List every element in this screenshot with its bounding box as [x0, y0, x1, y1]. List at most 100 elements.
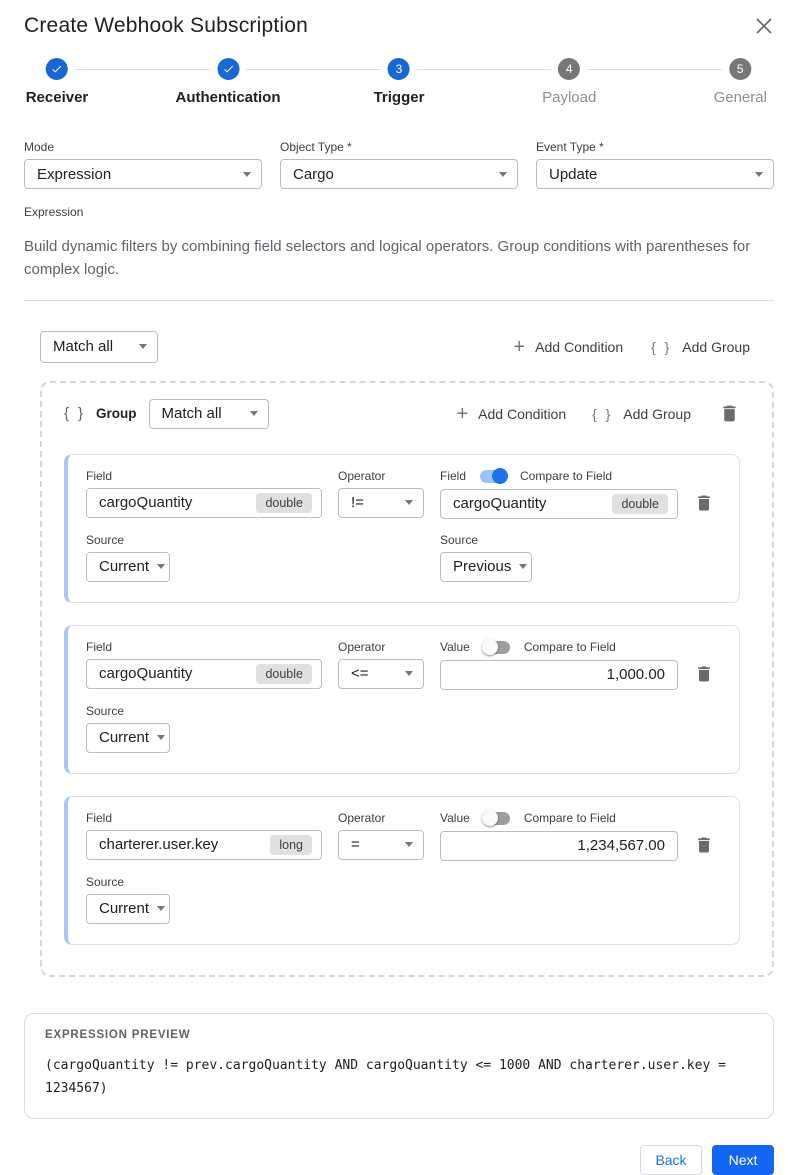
- toggle-thumb: [492, 468, 508, 484]
- field-input[interactable]: charterer.user.key long: [86, 830, 322, 860]
- expression-preview: EXPRESSION PREVIEW (cargoQuantity != pre…: [24, 1013, 774, 1120]
- source-cell: Source Current: [86, 704, 322, 753]
- source-label: Source: [86, 704, 322, 718]
- group-title: Group: [96, 406, 137, 421]
- step-general[interactable]: 5 General: [714, 58, 767, 106]
- right-field-label: Field: [440, 469, 466, 483]
- toggle-thumb: [482, 639, 498, 655]
- field-cell: Field cargoQuantity double: [86, 469, 322, 519]
- object-type-select[interactable]: Cargo: [280, 159, 518, 189]
- group-add-condition-button[interactable]: + Add Condition: [456, 404, 566, 424]
- braces-icon: { }: [592, 406, 613, 422]
- caret-down-icon: [499, 172, 507, 177]
- root-match-value: Match all: [53, 338, 113, 355]
- operator-value: <=: [351, 665, 369, 682]
- delete-condition-icon[interactable]: [694, 493, 714, 513]
- operator-select[interactable]: <=: [338, 659, 424, 689]
- caret-down-icon: [755, 172, 763, 177]
- add-condition-button[interactable]: + Add Condition: [513, 337, 623, 357]
- field-label: Field: [86, 469, 322, 483]
- caret-down-icon: [139, 344, 147, 349]
- compare-to-field-toggle[interactable]: [484, 641, 510, 654]
- event-type-select[interactable]: Update: [536, 159, 774, 189]
- field-input[interactable]: cargoQuantity double: [86, 488, 322, 518]
- field-value: charterer.user.key: [99, 836, 218, 853]
- delete-group-icon[interactable]: [719, 403, 740, 424]
- source-select[interactable]: Current: [86, 894, 170, 924]
- operator-select[interactable]: =: [338, 830, 424, 860]
- compare-to-field-label: Compare to Field: [524, 640, 616, 654]
- operator-cell: Operator !=: [338, 469, 424, 519]
- value-label: Value: [440, 640, 470, 654]
- step-label: Payload: [542, 89, 596, 106]
- plus-icon: +: [513, 337, 525, 357]
- type-badge: long: [270, 835, 312, 855]
- add-group-label: Add Group: [682, 339, 750, 355]
- operator-select[interactable]: !=: [338, 488, 424, 518]
- dialog-title: Create Webhook Subscription: [24, 14, 308, 38]
- mode-select[interactable]: Expression: [24, 159, 262, 189]
- expression-label: Expression: [24, 205, 774, 219]
- event-type-field: Event Type * Update: [536, 140, 774, 189]
- group-match-select[interactable]: Match all: [149, 399, 269, 429]
- condition-card: Field cargoQuantity double Operator !=: [64, 454, 740, 603]
- source-value: Current: [99, 900, 149, 917]
- step-payload[interactable]: 4 Payload: [542, 58, 596, 106]
- event-type-value: Update: [549, 166, 597, 183]
- step-label: Authentication: [176, 89, 281, 106]
- right-source-cell: Source Previous: [440, 533, 678, 582]
- source-select[interactable]: Current: [86, 552, 170, 582]
- step-number: 4: [558, 58, 580, 80]
- step-trigger[interactable]: 3 Trigger: [374, 58, 425, 106]
- root-actions: + Add Condition { } Add Group: [513, 337, 750, 357]
- root-match-select[interactable]: Match all: [40, 331, 158, 363]
- divider: [24, 300, 774, 301]
- right-source-select[interactable]: Previous: [440, 552, 532, 582]
- caret-down-icon: [243, 172, 251, 177]
- source-cell: Source Current: [86, 875, 322, 924]
- trigger-form: Mode Expression Object Type * Cargo Even…: [24, 140, 774, 189]
- mode-field: Mode Expression: [24, 140, 262, 189]
- toggle-thumb: [482, 810, 498, 826]
- source-label: Source: [440, 533, 678, 547]
- field-cell: Field cargoQuantity double: [86, 640, 322, 690]
- type-badge: double: [256, 664, 312, 684]
- close-icon[interactable]: [754, 16, 774, 36]
- compare-to-field-label: Compare to Field: [524, 811, 616, 825]
- object-type-value: Cargo: [293, 166, 334, 183]
- source-select[interactable]: Current: [86, 723, 170, 753]
- create-webhook-dialog: Create Webhook Subscription Receiver Aut…: [0, 0, 798, 1175]
- next-button[interactable]: Next: [712, 1145, 774, 1175]
- delete-condition-icon[interactable]: [694, 835, 714, 855]
- source-value: Previous: [453, 558, 511, 575]
- source-value: Current: [99, 558, 149, 575]
- condition-group: { } Group Match all + Add Condition { } …: [40, 381, 774, 977]
- braces-icon: { }: [651, 339, 672, 355]
- field-cell: Field charterer.user.key long: [86, 811, 322, 861]
- compare-to-field-toggle[interactable]: [484, 812, 510, 825]
- value-input[interactable]: [440, 831, 678, 861]
- source-value: Current: [99, 729, 149, 746]
- step-receiver[interactable]: Receiver: [26, 58, 89, 106]
- caret-down-icon: [405, 671, 413, 676]
- compare-to-field-toggle[interactable]: [480, 470, 506, 483]
- field-value: cargoQuantity: [453, 495, 546, 512]
- field-input[interactable]: cargoQuantity double: [86, 659, 322, 689]
- add-group-label: Add Group: [623, 406, 691, 422]
- back-button[interactable]: Back: [640, 1145, 702, 1175]
- root-builder-bar: Match all + Add Condition { } Add Group: [24, 331, 774, 363]
- group-add-group-button[interactable]: { } Add Group: [592, 406, 691, 422]
- add-group-button[interactable]: { } Add Group: [651, 339, 750, 355]
- trash-cell: [694, 640, 723, 690]
- caret-down-icon: [157, 906, 165, 911]
- expression-preview-label: EXPRESSION PREVIEW: [45, 1029, 753, 1041]
- step-authentication[interactable]: Authentication: [176, 58, 281, 106]
- dialog-footer: Back Next: [24, 1145, 774, 1175]
- value-cell: Value Compare to Field: [440, 811, 678, 861]
- caret-down-icon: [157, 735, 165, 740]
- delete-condition-icon[interactable]: [694, 664, 714, 684]
- operator-value: !=: [351, 494, 364, 511]
- operator-cell: Operator <=: [338, 640, 424, 690]
- compare-field-input[interactable]: cargoQuantity double: [440, 489, 678, 519]
- value-input[interactable]: [440, 660, 678, 690]
